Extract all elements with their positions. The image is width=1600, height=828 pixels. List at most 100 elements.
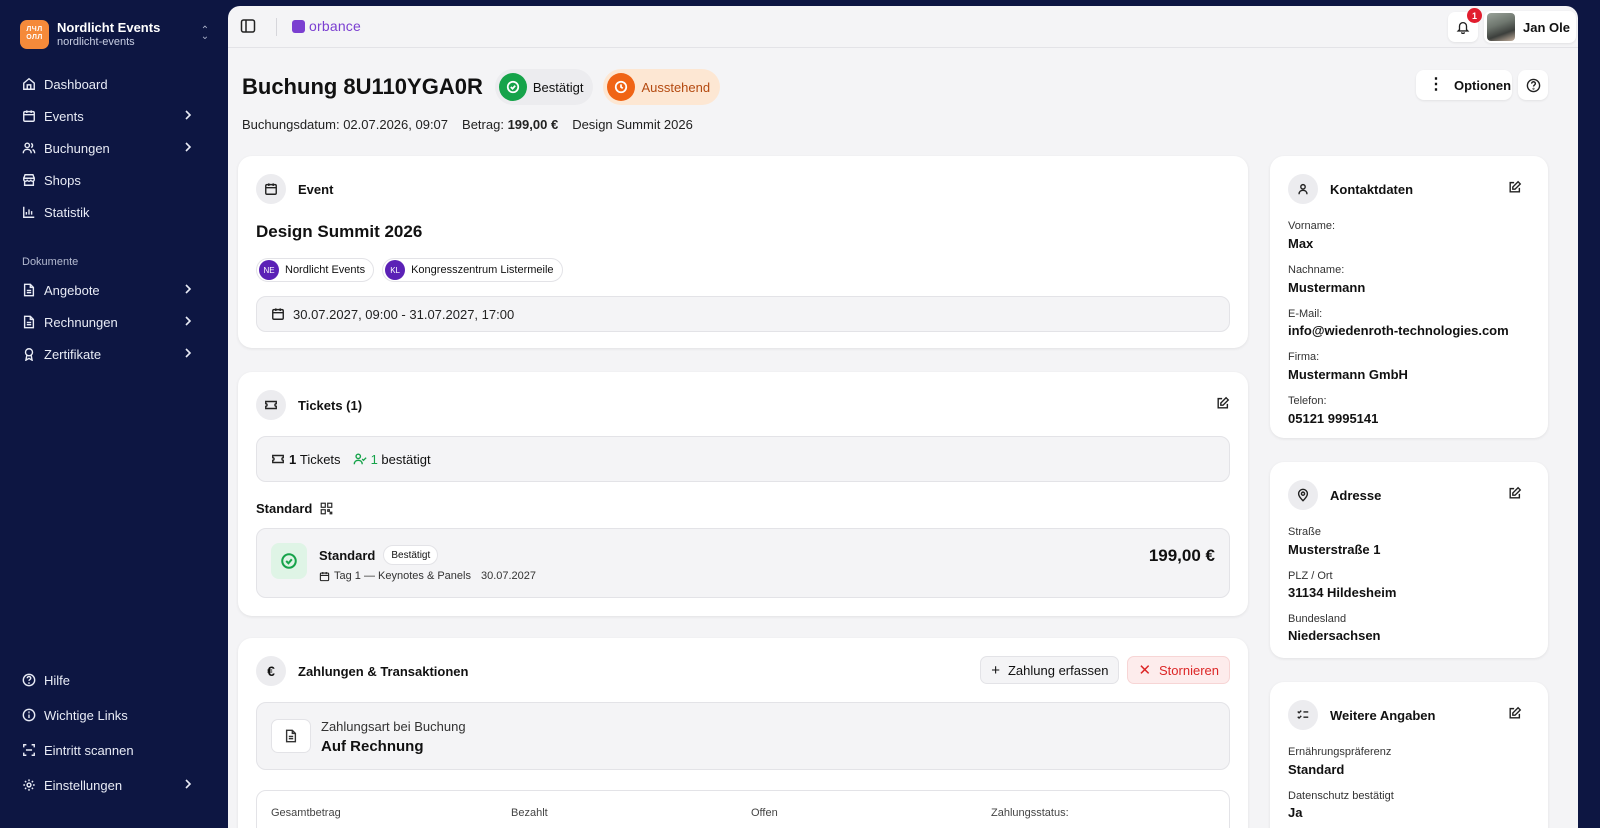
field-label: Straße <box>1288 526 1322 538</box>
more-vertical-icon: ⋮ <box>1428 76 1444 93</box>
notification-badge: 1 <box>1467 8 1482 23</box>
summary-label: Zahlungsstatus: <box>991 807 1069 819</box>
event-card: Event Design Summit 2026 NE Nordlicht Eve… <box>238 156 1248 348</box>
add-payment-button[interactable]: + Zahlung erfassen <box>980 656 1120 684</box>
card-title: Weitere Angaben <box>1330 707 1436 723</box>
field-label: Firma: <box>1288 351 1320 363</box>
options-button[interactable]: ⋮ Optionen <box>1416 70 1512 100</box>
cancel-booking-button[interactable]: ✕ Stornieren <box>1127 656 1230 684</box>
field-label: Telefon: <box>1288 395 1327 407</box>
status-badge-pending: Ausstehend <box>603 69 721 105</box>
qr-code-icon[interactable] <box>320 502 333 515</box>
venue-chip[interactable]: KL Kongresszentrum Listermeile <box>382 258 563 282</box>
org-logo: ЛЧЛ ОЛЛ <box>20 19 49 49</box>
edit-extra-info-button[interactable] <box>1508 706 1524 722</box>
field-label: Bundesland <box>1288 613 1347 625</box>
document-icon <box>285 729 297 743</box>
close-icon: ✕ <box>1138 662 1152 679</box>
card-title: Adresse <box>1330 487 1382 503</box>
brand-logo[interactable]: orbance <box>292 18 361 34</box>
chevron-right-icon <box>185 316 192 326</box>
user-check-icon <box>353 453 367 465</box>
calendar-icon <box>319 571 330 581</box>
field-value: Ja <box>1288 805 1303 820</box>
org-switcher[interactable]: ЛЧЛ ОЛЛ Nordlicht Events nordlicht-events… <box>20 18 212 50</box>
sidebar-item-zertifikate[interactable]: Zertifikate <box>14 339 214 369</box>
payments-card: € Zahlungen & Transaktionen + Zahlung erf… <box>238 638 1248 828</box>
event-name: Design Summit 2026 <box>256 222 423 241</box>
sidebar-item-label: Shops <box>44 172 81 188</box>
chart-icon <box>23 206 35 218</box>
notifications-button[interactable]: 1 <box>1448 8 1482 42</box>
edit-contact-button[interactable] <box>1508 180 1524 196</box>
field-value: Mustermann <box>1288 280 1366 295</box>
field-value: 05121 9995141 <box>1288 411 1379 426</box>
organizer-chip[interactable]: NE Nordlicht Events <box>256 258 375 282</box>
sidebar-item-statistik[interactable]: Statistik <box>14 197 214 227</box>
users-icon <box>22 142 36 154</box>
edit-icon <box>1509 486 1522 499</box>
sidebar-item-hilfe[interactable]: Hilfe <box>14 665 214 695</box>
chevron-right-icon <box>185 142 192 152</box>
sidebar-item-shops[interactable]: Shops <box>14 165 214 195</box>
checklist-icon <box>1297 710 1309 720</box>
sidebar-item-angebote[interactable]: Angebote <box>14 275 214 305</box>
summary-label: Bezahlt <box>511 807 548 819</box>
card-title: Zahlungen & Transaktionen <box>298 663 469 679</box>
page-header: Buchung 8U110YGA0R Bestätigt Ausstehend <box>242 68 730 106</box>
sidebar-item-rechnungen[interactable]: Rechnungen <box>14 307 214 337</box>
avatar <box>1487 13 1515 41</box>
sidebar-item-dashboard[interactable]: Dashboard <box>14 69 214 99</box>
sidebar-item-label: Angebote <box>44 282 100 298</box>
settings-icon <box>23 779 35 791</box>
booking-event: Design Summit 2026 <box>572 117 693 132</box>
payment-method-label: Zahlungsart bei Buchung <box>321 719 466 734</box>
edit-icon <box>1509 180 1522 193</box>
org-name: Nordlicht Events <box>57 20 161 35</box>
sidebar-toggle-icon[interactable] <box>240 18 256 34</box>
card-title: Event <box>298 181 334 197</box>
ticket-stats: 1 Tickets 1 bestätigt <box>256 436 1230 482</box>
divider <box>276 18 277 36</box>
check-circle-icon <box>281 553 297 569</box>
page-title: Buchung 8U110YGA0R <box>242 74 483 99</box>
help-icon <box>22 673 36 687</box>
map-pin-icon <box>1297 488 1309 502</box>
extra-info-card: Weitere Angaben Ernährungspräferenz Stan… <box>1270 682 1548 828</box>
payment-method: Zahlungsart bei Buchung Auf Rechnung <box>256 702 1230 770</box>
field-label: PLZ / Ort <box>1288 570 1333 582</box>
contact-card: Kontaktdaten Vorname: Max Nachname: Must… <box>1270 156 1548 438</box>
user-name: Jan Ole <box>1523 19 1570 35</box>
home-icon <box>23 77 35 90</box>
summary-label: Gesamtbetrag <box>271 807 341 819</box>
ticket-item[interactable]: Standard Bestätigt Tag 1 — Keynotes & Pa… <box>256 528 1230 598</box>
sidebar-item-events[interactable]: Events <box>14 101 214 131</box>
org-slug: nordlicht-events <box>57 36 135 48</box>
edit-icon <box>1217 396 1230 409</box>
sidebar-item-label: Buchungen <box>44 140 110 156</box>
card-title: Tickets (1) <box>298 397 363 413</box>
ticket-session: Tag 1 — Keynotes & Panels 30.07.2027 <box>319 570 536 582</box>
ticket-name: Standard Bestätigt <box>319 545 439 565</box>
calendar-icon <box>23 110 35 122</box>
sidebar-item-buchungen[interactable]: Buchungen <box>14 133 214 163</box>
user-menu[interactable]: Jan Ole <box>1484 11 1576 43</box>
sidebar-item-einstellungen[interactable]: Einstellungen <box>14 770 214 800</box>
help-button[interactable] <box>1518 70 1548 100</box>
document-icon <box>23 315 35 329</box>
field-value: info@wiedenroth-technologies.com <box>1288 323 1509 338</box>
booking-meta: Buchungsdatum: 02.07.2026, 09:07 Betrag:… <box>242 117 693 132</box>
sidebar-item-label: Dashboard <box>44 76 108 92</box>
payment-method-value: Auf Rechnung <box>321 738 424 755</box>
sidebar-item-wichtige-links[interactable]: Wichtige Links <box>14 700 214 730</box>
edit-address-button[interactable] <box>1508 486 1524 502</box>
check-circle-icon <box>506 80 519 94</box>
edit-tickets-button[interactable] <box>1216 396 1232 412</box>
calendar-icon <box>272 308 284 320</box>
field-value: Standard <box>1288 762 1345 777</box>
user-icon <box>1298 183 1308 195</box>
scan-icon <box>23 744 35 756</box>
chevron-right-icon <box>185 110 192 120</box>
sidebar-item-eintritt-scannen[interactable]: Eintritt scannen <box>14 735 214 765</box>
ticket-price: 199,00 € <box>1148 546 1215 565</box>
